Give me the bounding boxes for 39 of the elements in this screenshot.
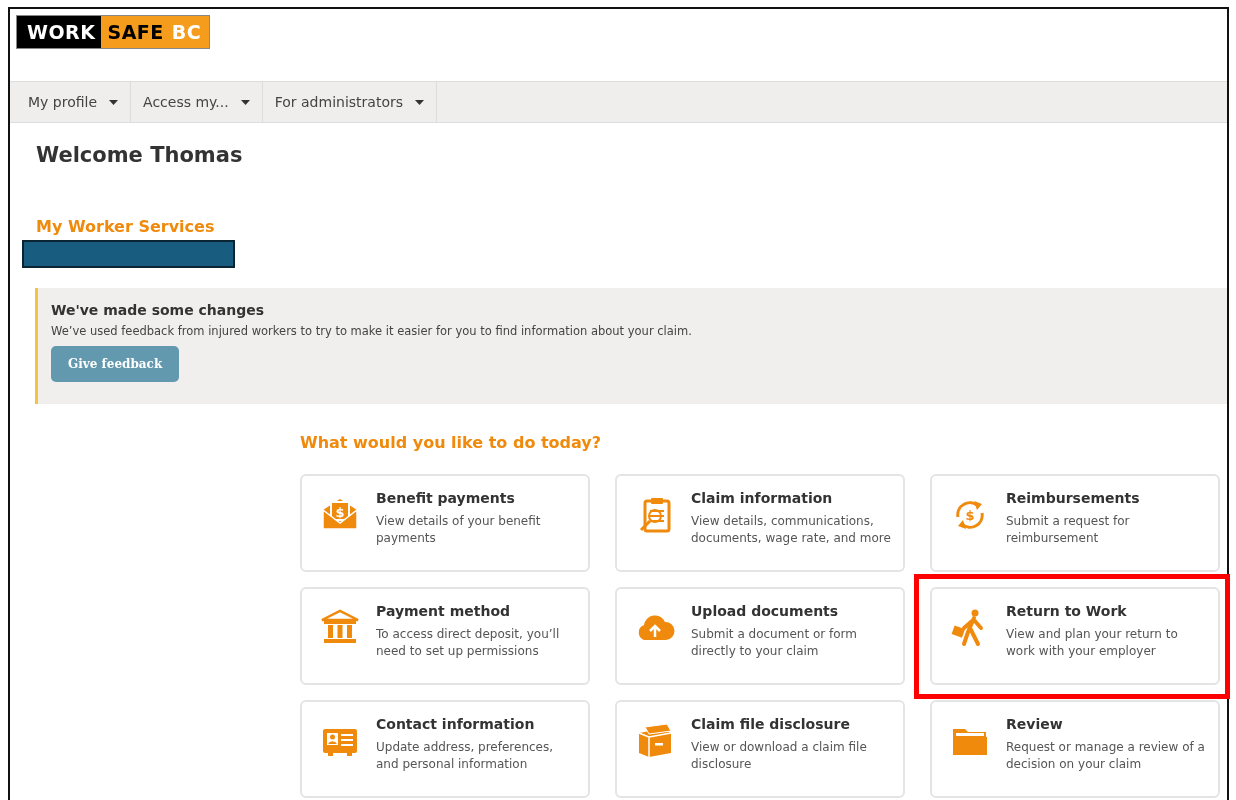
logo[interactable]: WORK SAFE BC xyxy=(16,15,211,49)
card-description: Update address, preferences, and personal information xyxy=(376,739,555,773)
card-description: Submit a request for reimbursement xyxy=(1006,513,1131,547)
caret-icon xyxy=(109,99,119,105)
card-description: View details of your benefit payments xyxy=(376,513,542,547)
nav-menu[interactable]: My profile xyxy=(16,82,132,122)
service-card[interactable]: Return to Work View and plan your return to work with your employer xyxy=(930,587,1220,685)
nav-menu[interactable]: Access my... xyxy=(131,82,263,122)
card-title: Claim file disclosure xyxy=(691,716,851,732)
welcome-heading: Welcome Thomas xyxy=(36,142,244,168)
caret-icon xyxy=(240,99,250,105)
card-title: Upload documents xyxy=(691,603,840,619)
card-title: Review xyxy=(1006,716,1064,732)
service-card[interactable]: $ Benefit payments View details of your benefit payments xyxy=(300,474,590,572)
question-heading: What would you like to do today? xyxy=(300,433,603,453)
card-description: Submit a document or form directly to your claim xyxy=(691,626,858,660)
section-heading: My Worker Services xyxy=(36,216,216,238)
card-description: View or download a claim file disclosure xyxy=(691,739,868,773)
service-card[interactable]: Claim file disclosure View or download a claim file disclosure xyxy=(615,700,905,798)
card-title: Return to Work xyxy=(1006,603,1128,619)
card-title: Payment method xyxy=(376,603,512,619)
caret-icon xyxy=(415,99,424,105)
service-card[interactable]: $ Reimbursements Submit a request for reimbursement xyxy=(930,474,1220,572)
card-title: Reimbursements xyxy=(1006,490,1141,506)
banner-title: We've made some changes xyxy=(51,302,266,318)
service-card[interactable]: Claim information View details, communications, documents, wage rate, and more xyxy=(615,474,905,572)
service-card[interactable]: Review Request or manage a review of a decision on your claim xyxy=(930,700,1220,798)
card-description: To access direct deposit, you’ll need to set up permissions xyxy=(376,626,561,660)
card-description: View details, communications, documents, wage rate, and more xyxy=(691,513,892,547)
nav-menu[interactable]: For administrators xyxy=(262,82,437,122)
banner-text: We’ve used feedback from injured workers to try to make it easier for you to find information about your claim. xyxy=(51,324,693,338)
service-card[interactable]: Upload documents Submit a document or form directly to your claim xyxy=(615,587,905,685)
service-card[interactable]: Contact information Update address, preferences, and personal information xyxy=(300,700,590,798)
card-title: Claim information xyxy=(691,490,834,506)
card-title: Benefit payments xyxy=(376,490,516,506)
card-title: Contact information xyxy=(376,716,536,732)
card-description: View and plan your return to work with your employer xyxy=(1006,626,1179,660)
service-card[interactable]: Payment method To access direct deposit, you’ll need to set up permissions xyxy=(300,587,590,685)
card-description: Request or manage a review of a decision on your claim xyxy=(1006,739,1206,773)
